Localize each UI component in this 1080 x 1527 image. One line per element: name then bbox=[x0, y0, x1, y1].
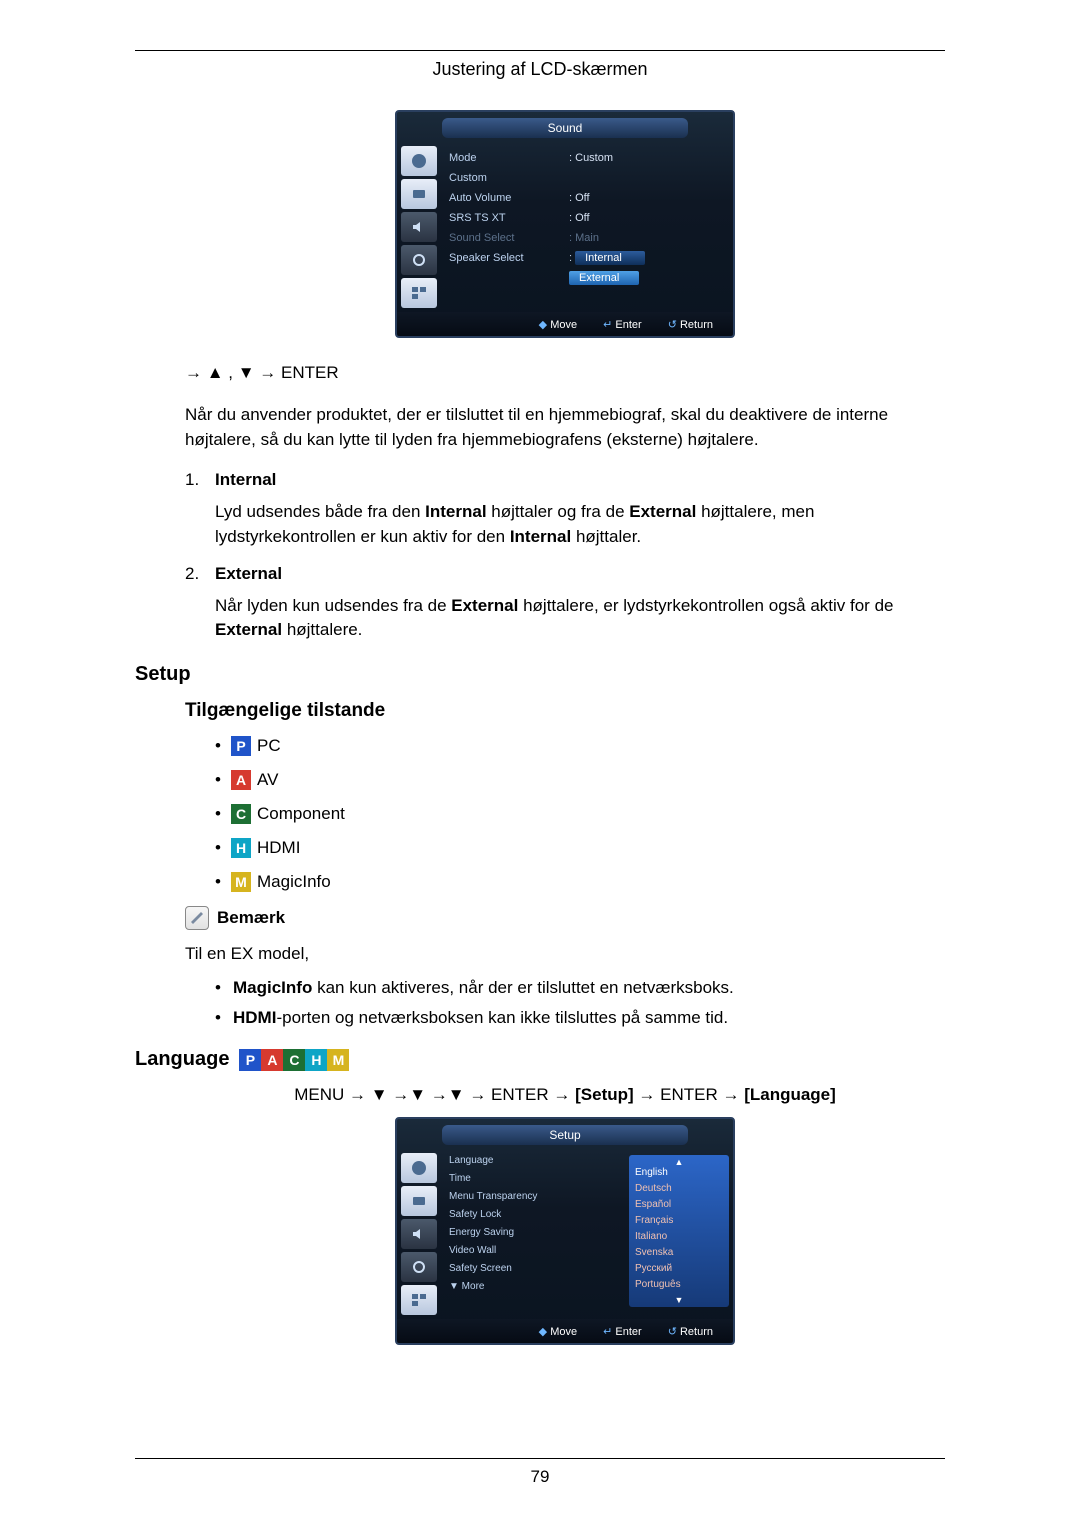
setup-item: Language bbox=[449, 1155, 623, 1173]
list-desc: Når lyden kun udsendes fra de External h… bbox=[215, 594, 945, 643]
intro-paragraph: Når du anvender produktet, der er tilslu… bbox=[185, 403, 945, 452]
mode-item-magicinfo: •MMagicInfo bbox=[215, 872, 945, 892]
setup-item: Safety Screen bbox=[449, 1263, 623, 1281]
list-number: 2. bbox=[185, 564, 215, 584]
menu-path: MENU → ▼ →▼ →▼ → ENTER → [Setup] → ENTER… bbox=[185, 1085, 945, 1105]
osd-title: Setup bbox=[442, 1125, 688, 1145]
osd-row-value: : Off bbox=[569, 192, 590, 204]
setup-item: Energy Saving bbox=[449, 1227, 623, 1245]
language-dropdown: ▲ English Deutsch Español Français Itali… bbox=[629, 1155, 729, 1307]
available-modes-heading: Tilgængelige tilstande bbox=[185, 700, 945, 722]
language-heading: Language bbox=[135, 1048, 229, 1071]
input-icon bbox=[401, 179, 437, 209]
language-option: Русский bbox=[629, 1263, 729, 1279]
mode-item-component: •CComponent bbox=[215, 804, 945, 824]
osd-row-label: Speaker Select bbox=[449, 252, 569, 264]
osd-row-label: Mode bbox=[449, 152, 569, 164]
language-option: Français bbox=[629, 1215, 729, 1231]
badge-strip: P A C H M bbox=[239, 1049, 349, 1071]
language-option: Italiano bbox=[629, 1231, 729, 1247]
note-icon bbox=[185, 906, 209, 930]
osd-footer-enter: ↵ Enter bbox=[603, 318, 642, 331]
input-icon bbox=[401, 1186, 437, 1216]
osd-setup-screenshot: Setup Language Time Menu Transparency Sa… bbox=[395, 1117, 735, 1345]
osd-row-value: : Custom bbox=[569, 152, 613, 164]
osd-title: Sound bbox=[442, 118, 688, 138]
mode-item-av: •AAV bbox=[215, 770, 945, 790]
language-option: English bbox=[629, 1167, 729, 1183]
picture-icon bbox=[401, 1153, 437, 1183]
osd-row-label: Auto Volume bbox=[449, 192, 569, 204]
osd-row-label: Sound Select bbox=[449, 232, 569, 244]
osd-row-label: Custom bbox=[449, 172, 569, 184]
language-option: Español bbox=[629, 1199, 729, 1215]
osd-row-label: SRS TS XT bbox=[449, 212, 569, 224]
scroll-down-icon: ▼ bbox=[629, 1295, 729, 1305]
setup-item: Safety Lock bbox=[449, 1209, 623, 1227]
setup-item: Menu Transparency bbox=[449, 1191, 623, 1209]
page-number: 79 bbox=[135, 1467, 945, 1487]
osd-footer-move: ◆ Move bbox=[539, 318, 577, 331]
osd-row-value: : Internal bbox=[569, 251, 645, 265]
list-title: External bbox=[215, 564, 282, 584]
setup-icon bbox=[401, 245, 437, 275]
osd-footer-enter: ↵ Enter bbox=[603, 1325, 642, 1338]
note-bullet: HDMI-porten og netværksboksen kan ikke t… bbox=[215, 1008, 945, 1028]
scroll-up-icon: ▲ bbox=[629, 1157, 729, 1167]
mode-item-hdmi: •HHDMI bbox=[215, 838, 945, 858]
osd-sound-screenshot: Sound Mode: Custom Custom Auto Volume: O… bbox=[395, 110, 735, 338]
list-number: 1. bbox=[185, 470, 215, 490]
list-title: Internal bbox=[215, 470, 276, 490]
osd-footer-return: ↺ Return bbox=[668, 1325, 713, 1338]
setup-icon bbox=[401, 1252, 437, 1282]
nav-sequence: → ▲ , ▼ → ENTER bbox=[185, 363, 945, 383]
language-option: Deutsch bbox=[629, 1183, 729, 1199]
setup-heading: Setup bbox=[135, 663, 945, 686]
setup-more: ▼ More bbox=[449, 1281, 623, 1299]
osd-footer-move: ◆ Move bbox=[539, 1325, 577, 1338]
page-header: Justering af LCD-skærmen bbox=[135, 59, 945, 80]
multi-icon bbox=[401, 1285, 437, 1315]
setup-item: Video Wall bbox=[449, 1245, 623, 1263]
osd-row-value: : Main bbox=[569, 232, 599, 244]
sound-icon bbox=[401, 1219, 437, 1249]
sound-icon bbox=[401, 212, 437, 242]
osd-row-value: : Off bbox=[569, 212, 590, 224]
language-option: Português bbox=[629, 1279, 729, 1295]
note-bullet: MagicInfo kan kun aktiveres, når der er … bbox=[215, 978, 945, 998]
multi-icon bbox=[401, 278, 437, 308]
mode-item-pc: •PPC bbox=[215, 736, 945, 756]
note-label: Bemærk bbox=[217, 908, 285, 928]
osd-footer-return: ↺ Return bbox=[668, 318, 713, 331]
osd-option-external: External bbox=[569, 271, 639, 285]
list-desc: Lyd udsendes både fra den Internal højtt… bbox=[215, 500, 945, 549]
note-intro: Til en EX model, bbox=[185, 942, 945, 967]
language-option: Svenska bbox=[629, 1247, 729, 1263]
setup-item: Time bbox=[449, 1173, 623, 1191]
picture-icon bbox=[401, 146, 437, 176]
